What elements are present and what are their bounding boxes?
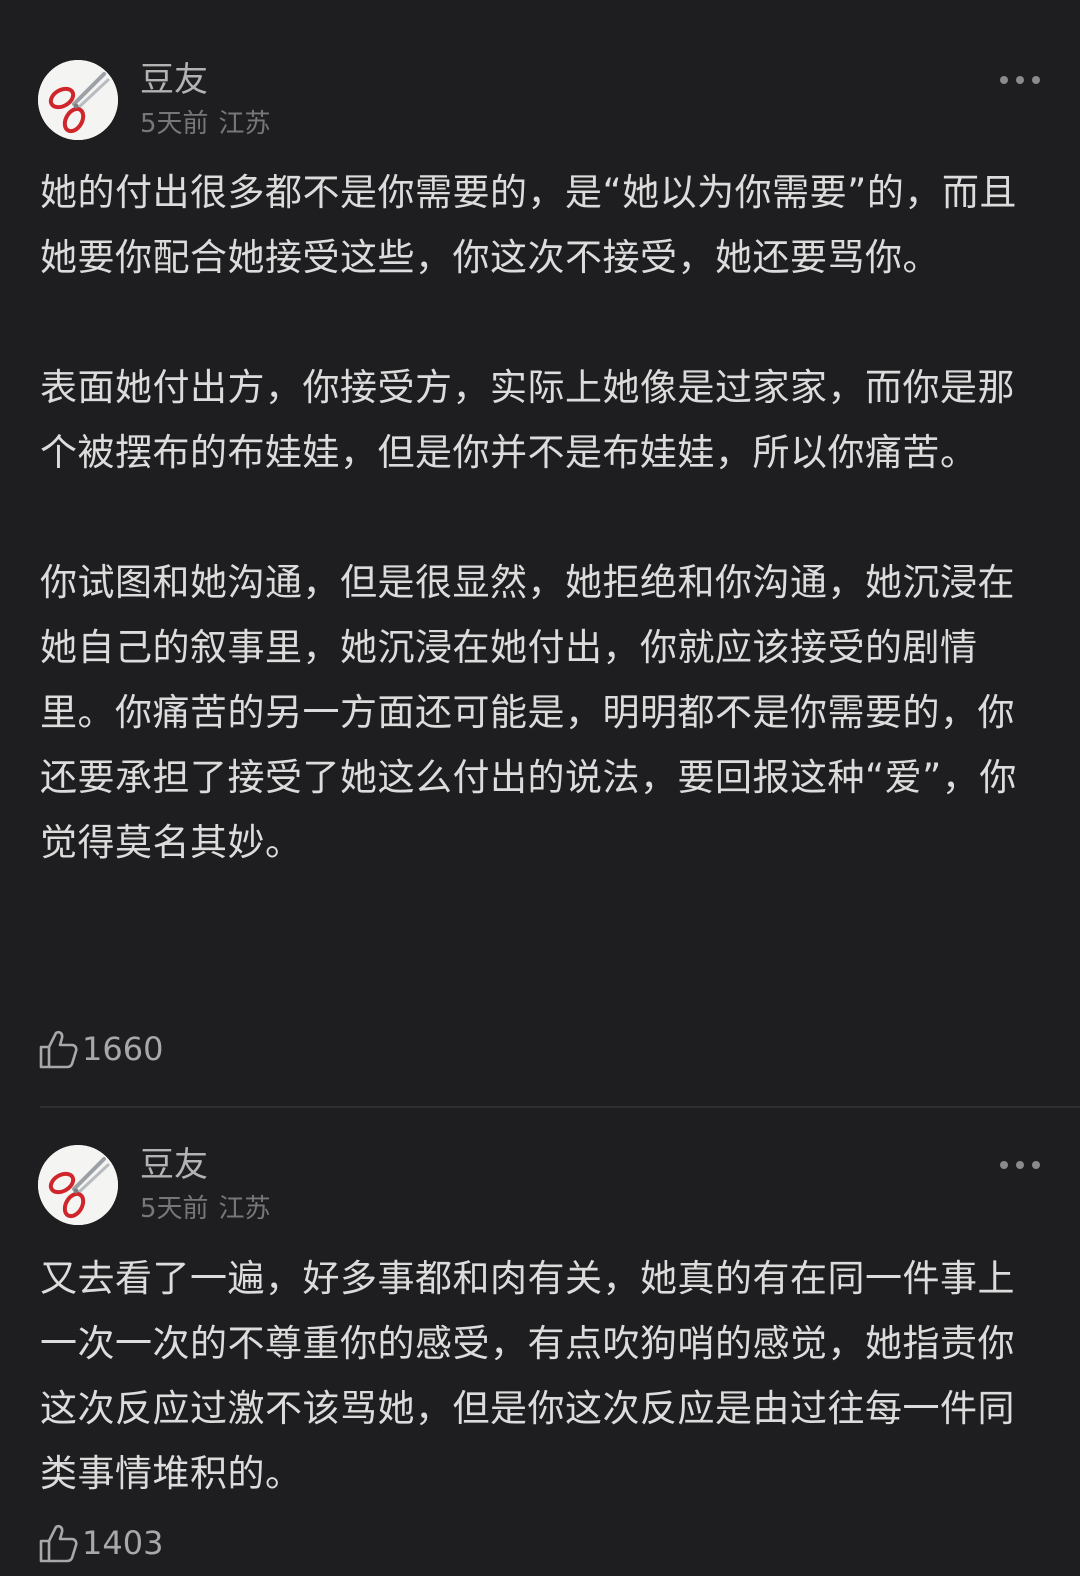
avatar[interactable] (38, 60, 118, 140)
comment-paragraph: 表面她付出方，你接受方，实际上她像是过家家，而你是那个被摆布的布娃娃，但是你并不… (40, 366, 1015, 474)
avatar[interactable] (38, 1145, 118, 1225)
thumbs-up-icon (39, 1524, 78, 1563)
scissors-icon (38, 1145, 118, 1225)
username[interactable]: 豆友 (140, 1145, 208, 1185)
comment-meta: 5天前 江苏 (140, 1193, 271, 1225)
more-dots-icon[interactable] (1000, 1155, 1040, 1175)
comment-body: 她的付出很多都不是你需要的，是“她以为你需要”的，而且她要你配合她接受这些，你这… (40, 160, 1030, 875)
like-count: 1403 (82, 1524, 164, 1562)
like-count: 1660 (82, 1030, 164, 1068)
comment-location: 江苏 (218, 109, 271, 139)
comment-time: 5天前 (140, 1194, 209, 1224)
comment-meta: 5天前 江苏 (140, 108, 271, 140)
username[interactable]: 豆友 (140, 60, 208, 100)
thumbs-up-icon (39, 1030, 78, 1069)
comment-paragraph: 你试图和她沟通，但是很显然，她拒绝和你沟通，她沉浸在她自己的叙事里，她沉浸在她付… (40, 561, 1017, 864)
more-dots-icon[interactable] (1000, 70, 1040, 90)
like-button[interactable]: 1660 (38, 1027, 163, 1071)
comment-divider (40, 1106, 1080, 1108)
comment-paragraph: 又去看了一遍，好多事都和肉有关，她真的有在同一件事上一次一次的不尊重你的感受，有… (40, 1257, 1015, 1495)
comment-time: 5天前 (140, 109, 209, 139)
like-button[interactable]: 1403 (38, 1521, 163, 1565)
scissors-icon (38, 60, 118, 140)
comment-paragraph: 她的付出很多都不是你需要的，是“她以为你需要”的，而且她要你配合她接受这些，你这… (40, 171, 1017, 279)
comment-location: 江苏 (218, 1194, 271, 1224)
comment-body: 又去看了一遍，好多事都和肉有关，她真的有在同一件事上一次一次的不尊重你的感受，有… (40, 1246, 1030, 1506)
